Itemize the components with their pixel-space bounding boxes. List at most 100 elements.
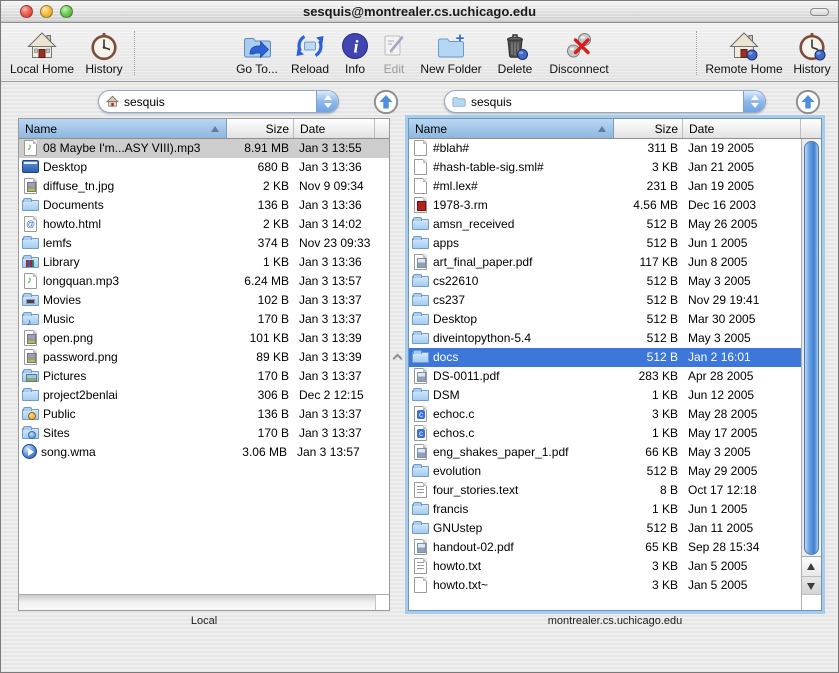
file-row[interactable]: Pictures170 BJan 3 13:37 <box>19 367 389 386</box>
file-row[interactable]: Library1 KBJan 3 13:36 <box>19 253 389 272</box>
local-history-button[interactable]: History <box>79 28 129 78</box>
column-header-name[interactable]: Name <box>409 119 614 138</box>
file-row[interactable]: cs22610512 BMay 3 2005 <box>409 272 801 291</box>
file-row[interactable]: Documents136 BJan 3 13:36 <box>19 196 389 215</box>
local-path-popup[interactable]: sesquis <box>98 90 339 113</box>
file-row[interactable]: project2benlai306 BDec 2 12:15 <box>19 386 389 405</box>
file-date: May 29 2005 <box>683 462 801 481</box>
file-row[interactable]: howto.html2 KBJan 3 14:02 <box>19 215 389 234</box>
file-row[interactable]: eng_shakes_paper_1.pdf66 KBMay 3 2005 <box>409 443 801 462</box>
scroll-down-button[interactable] <box>802 576 821 595</box>
file-name: francis <box>433 500 614 519</box>
file-row[interactable]: DSM1 KBJun 12 2005 <box>409 386 801 405</box>
column-header-name[interactable]: Name <box>19 119 227 138</box>
file-size: 512 B <box>614 310 683 329</box>
remote-history-button[interactable]: History <box>789 28 835 78</box>
scroll-up-button[interactable] <box>802 557 821 576</box>
file-row[interactable]: GNUstep512 BJan 11 2005 <box>409 519 801 538</box>
file-size: 1 KB <box>614 386 683 405</box>
file-size: 65 KB <box>614 538 683 557</box>
file-row[interactable]: 1978-3.rm4.56 MBDec 16 2003 <box>409 196 801 215</box>
file-row[interactable]: password.png89 KBJan 3 13:39 <box>19 348 389 367</box>
doc-icon <box>414 140 427 156</box>
file-size: 4.56 MB <box>614 196 683 215</box>
file-row[interactable]: Sites170 BJan 3 13:37 <box>19 424 389 443</box>
file-row[interactable]: 08 Maybe I'm...ASY VIII).mp38.91 MBJan 3… <box>19 139 389 158</box>
file-row[interactable]: DS-0011.pdf283 KBApr 28 2005 <box>409 367 801 386</box>
file-row[interactable]: Desktop512 BMar 30 2005 <box>409 310 801 329</box>
file-row[interactable]: Movies102 BJan 3 13:37 <box>19 291 389 310</box>
file-size: 3 KB <box>614 405 683 424</box>
column-header-size[interactable]: Size <box>614 119 683 138</box>
scrollbar-thumb[interactable] <box>804 141 819 555</box>
file-date: Jun 1 2005 <box>683 500 801 519</box>
file-row[interactable]: Desktop680 BJan 3 13:36 <box>19 158 389 177</box>
file-row[interactable]: apps512 BJun 1 2005 <box>409 234 801 253</box>
file-name: 08 Maybe I'm...ASY VIII).mp3 <box>43 139 227 158</box>
file-date: Jan 3 13:36 <box>294 158 389 177</box>
file-row[interactable]: cs237512 BNov 29 19:41 <box>409 291 801 310</box>
file-row[interactable]: evolution512 BMay 29 2005 <box>409 462 801 481</box>
file-row[interactable]: echoc.c3 KBMay 28 2005 <box>409 405 801 424</box>
file-row[interactable]: amsn_received512 BMay 26 2005 <box>409 215 801 234</box>
info-icon: i <box>335 28 375 63</box>
vertical-scrollbar[interactable] <box>801 139 821 610</box>
go-to-button[interactable]: Go To... <box>229 28 285 78</box>
file-size: 2 KB <box>227 215 294 234</box>
file-row[interactable]: lemfs374 BNov 23 09:33 <box>19 234 389 253</box>
file-row[interactable]: diveintopython-5.4512 BMay 3 2005 <box>409 329 801 348</box>
local-up-directory-button[interactable] <box>373 89 399 115</box>
new-folder-button[interactable]: + New Folder <box>413 28 489 78</box>
file-row[interactable]: Music170 BJan 3 13:37 <box>19 310 389 329</box>
file-row[interactable]: francis1 KBJun 1 2005 <box>409 500 801 519</box>
file-row[interactable]: art_final_paper.pdf117 KBJun 8 2005 <box>409 253 801 272</box>
file-row[interactable]: longquan.mp36.24 MBJan 3 13:57 <box>19 272 389 291</box>
file-date: May 28 2005 <box>683 405 801 424</box>
file-row[interactable]: song.wma3.06 MBJan 3 13:57 <box>19 443 389 462</box>
goto-folder-icon <box>229 28 285 63</box>
reload-button[interactable]: Reload <box>285 28 335 78</box>
horizontal-scrollbar[interactable] <box>19 594 389 610</box>
file-date: Jan 3 13:37 <box>294 405 389 424</box>
column-header-date[interactable]: Date <box>294 119 375 138</box>
remote-path-popup[interactable]: sesquis <box>444 90 766 113</box>
remote-up-directory-button[interactable] <box>795 89 821 115</box>
file-name: #hash-table-sig.sml# <box>433 158 614 177</box>
doc-html-icon <box>24 216 37 232</box>
file-row[interactable]: #hash-table-sig.sml#3 KBJan 21 2005 <box>409 158 801 177</box>
file-size: 283 KB <box>614 367 683 386</box>
local-home-button[interactable]: Local Home <box>7 28 77 78</box>
remote-column-headers: Name Size Date <box>409 119 821 139</box>
delete-button[interactable]: Delete <box>491 28 539 78</box>
trash-icon <box>491 28 539 63</box>
disconnect-icon <box>541 28 617 63</box>
pane-splitter-handle[interactable] <box>393 353 401 361</box>
file-date: Jan 3 13:39 <box>294 348 389 367</box>
file-row[interactable]: docs512 BJan 2 16:01 <box>409 348 801 367</box>
file-row[interactable]: Public136 BJan 3 13:37 <box>19 405 389 424</box>
file-size: 512 B <box>614 291 683 310</box>
column-header-size[interactable]: Size <box>227 119 294 138</box>
remote-path-value: sesquis <box>466 95 743 109</box>
sort-ascending-icon <box>211 126 219 132</box>
edit-button[interactable]: Edit <box>375 28 413 78</box>
folder-icon <box>412 219 429 230</box>
file-date: Jan 3 13:57 <box>294 272 389 291</box>
file-row[interactable]: howto.txt~3 KBJan 5 2005 <box>409 576 801 595</box>
file-row[interactable]: echos.c1 KBMay 17 2005 <box>409 424 801 443</box>
scrollbar-buttons <box>802 556 821 594</box>
remote-home-button[interactable]: Remote Home <box>701 28 787 78</box>
file-row[interactable]: #blah#311 BJan 19 2005 <box>409 139 801 158</box>
folder-public-icon <box>22 409 39 420</box>
file-size: 8 B <box>614 481 683 500</box>
disconnect-button[interactable]: Disconnect <box>541 28 617 78</box>
file-row[interactable]: open.png101 KBJan 3 13:39 <box>19 329 389 348</box>
file-row[interactable]: howto.txt3 KBJan 5 2005 <box>409 557 801 576</box>
file-row[interactable]: four_stories.text8 BOct 17 12:18 <box>409 481 801 500</box>
info-button[interactable]: i Info <box>335 28 375 78</box>
column-header-date[interactable]: Date <box>683 119 801 138</box>
file-row[interactable]: diffuse_tn.jpg2 KBNov 9 09:34 <box>19 177 389 196</box>
file-row[interactable]: #ml.lex#231 BJan 19 2005 <box>409 177 801 196</box>
file-row[interactable]: handout-02.pdf65 KBSep 28 15:34 <box>409 538 801 557</box>
toolbar-toggle-pill[interactable] <box>810 8 829 16</box>
